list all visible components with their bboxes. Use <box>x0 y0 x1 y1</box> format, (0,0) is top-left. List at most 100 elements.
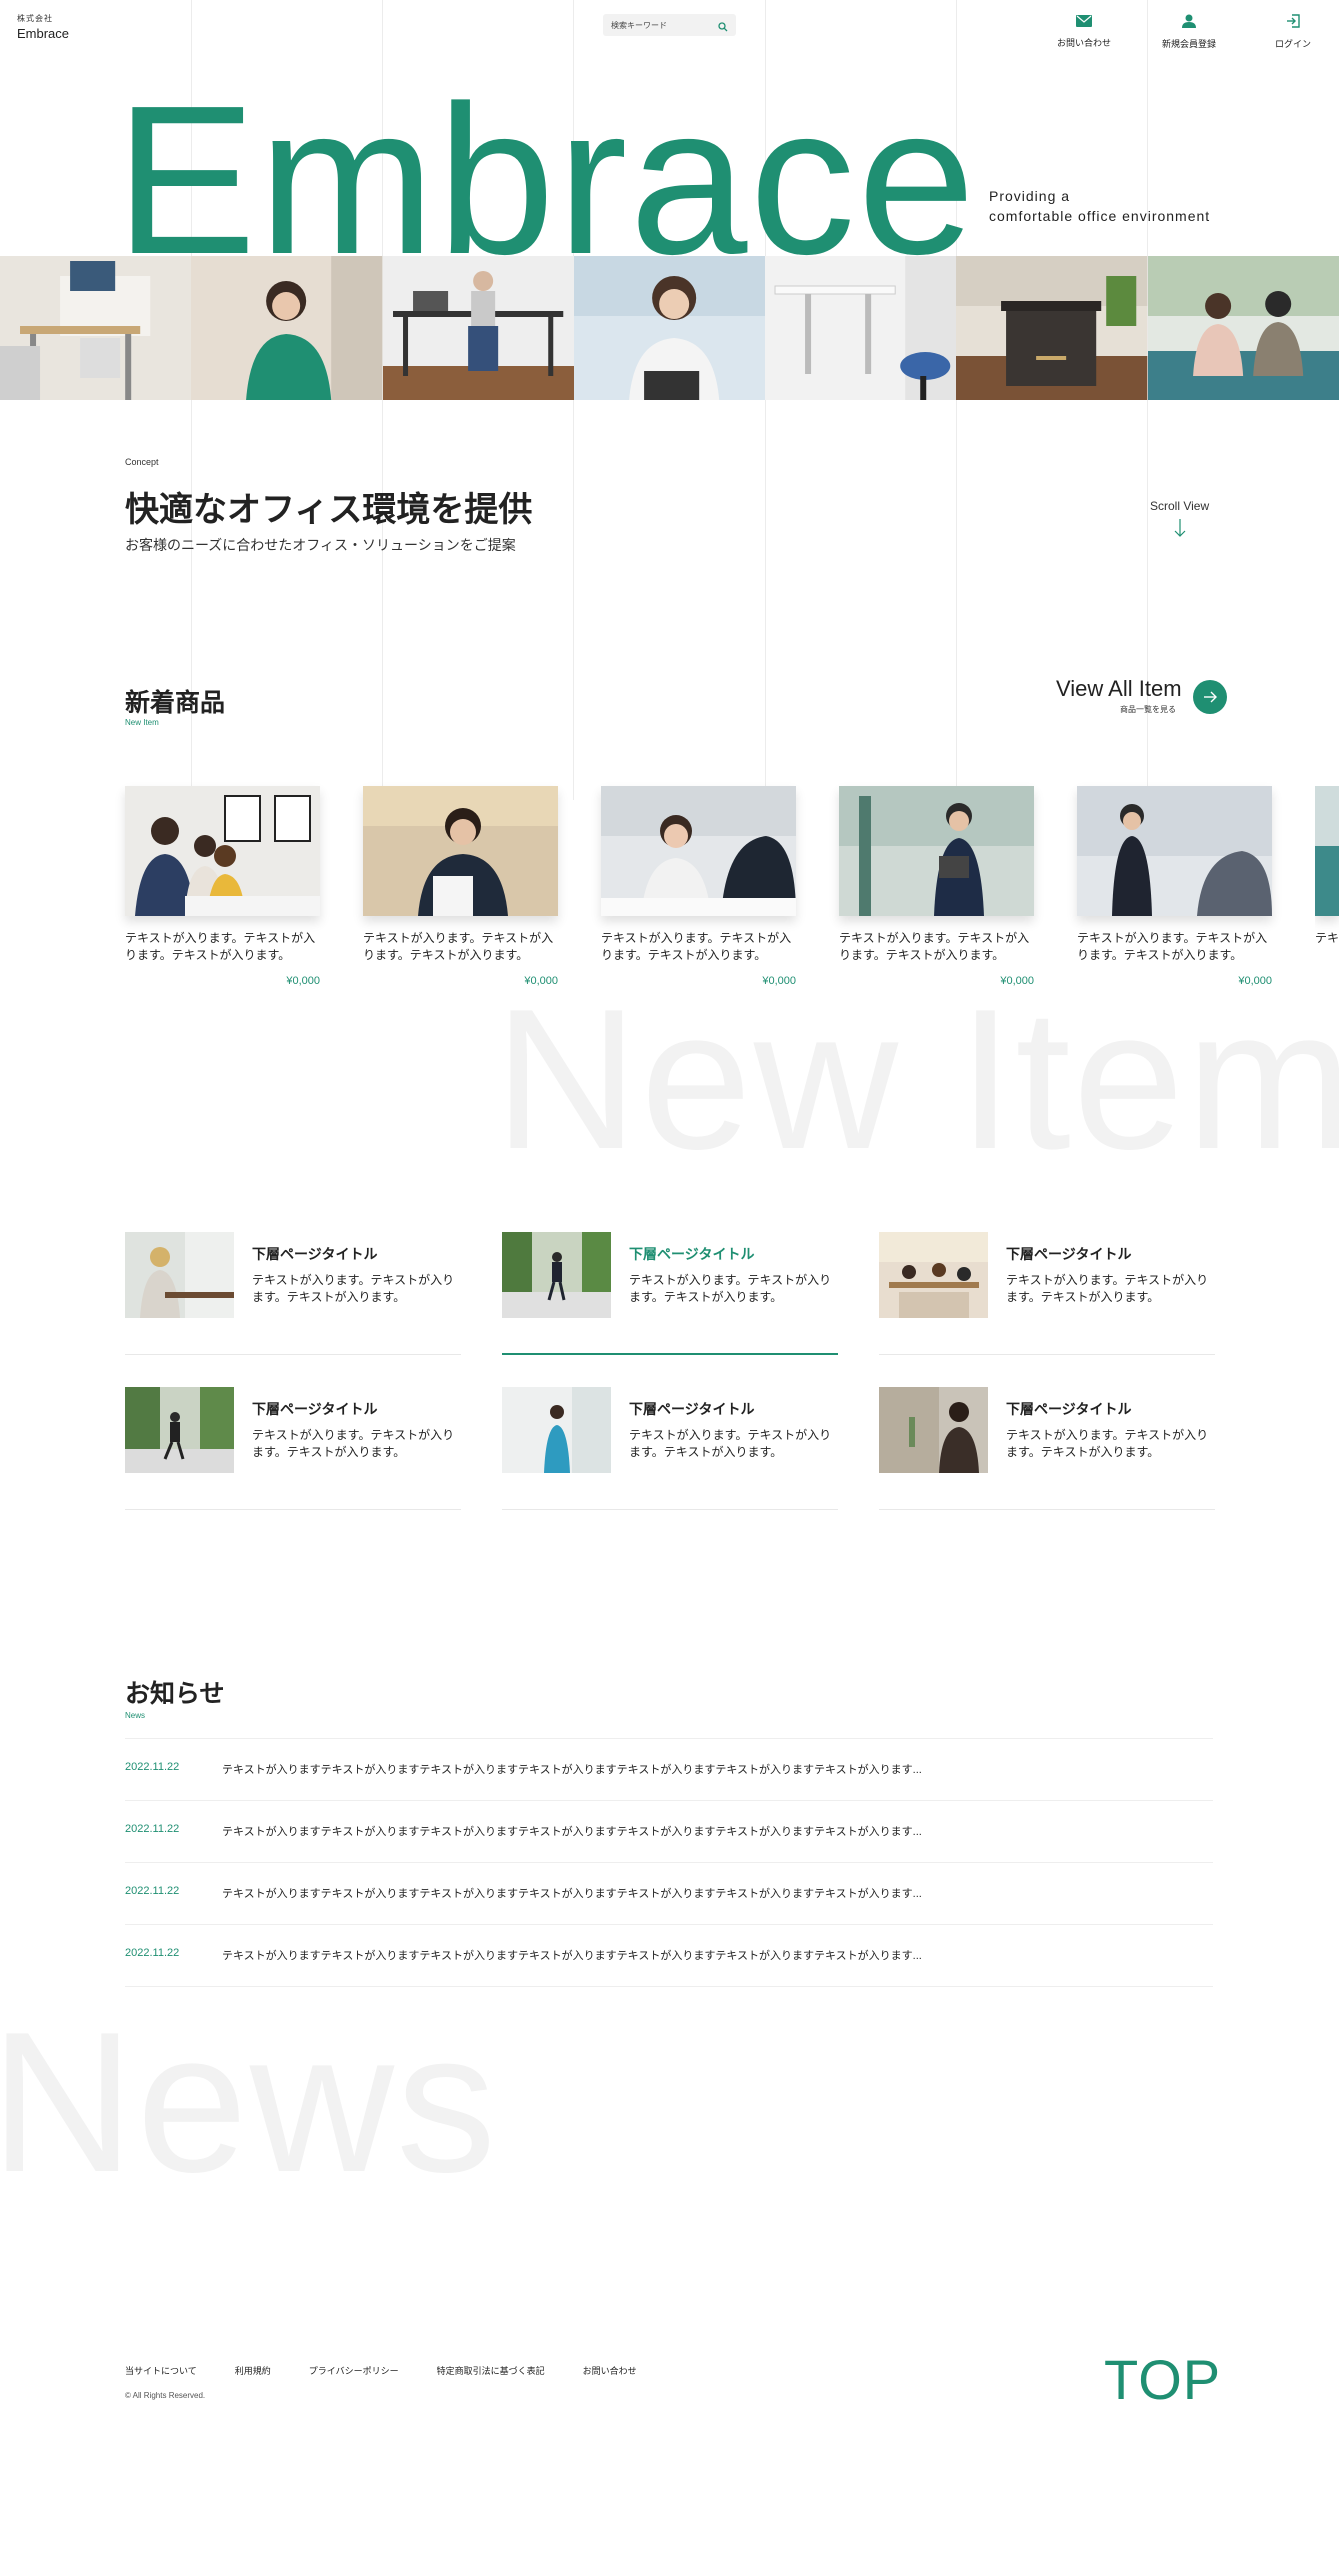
item-text: テキストが入ります。テキストが入ります。テキストが入ります。 <box>601 931 792 962</box>
sub-page-text: テキストが入ります。テキストが入ります。テキストが入ります。 <box>252 1428 455 1459</box>
item-text: テキストが入ります。テキストが入ります。テキストが入ります。 <box>125 931 316 962</box>
hero-tagline-line2: comfortable office environment <box>989 208 1211 224</box>
view-all-sublabel: 商品一覧を見る <box>1120 705 1176 714</box>
search-icon[interactable] <box>718 19 728 37</box>
concept-label: Concept <box>125 457 159 467</box>
news-row[interactable]: 2022.11.22 テキストが入りますテキストが入りますテキストが入りますテキ… <box>125 1801 1213 1863</box>
user-icon <box>1182 14 1196 32</box>
arrow-right-icon <box>1204 691 1217 703</box>
sub-page-card[interactable]: 下層ページタイトル テキストが入ります。テキストが入ります。テキストが入ります。 <box>125 1387 461 1510</box>
news-text: テキストが入りますテキストが入りますテキストが入りますテキストが入りますテキスト… <box>222 1764 922 1776</box>
item-text: テキ <box>1315 931 1339 945</box>
hero-tagline-line1: Providing a <box>989 188 1071 204</box>
sub-page-text: テキストが入ります。テキストが入ります。テキストが入ります。 <box>252 1273 455 1304</box>
item-card[interactable]: テキストが入ります。テキストが入ります。テキストが入ります。 ¥0,000 <box>125 786 320 987</box>
news-date: 2022.11.22 <box>125 1885 180 1897</box>
nav-register-label: 新規会員登録 <box>1162 39 1217 49</box>
concept-subtitle: お客様のニーズに合わせたオフィス・ソリューションをご提案 <box>125 537 516 553</box>
news-title: お知らせ <box>125 1680 225 1708</box>
news-row[interactable]: 2022.11.22 テキストが入りますテキストが入りますテキストが入りますテキ… <box>125 1739 1213 1801</box>
logo-company-type: 株式会社 <box>17 14 53 23</box>
item-image <box>363 786 558 916</box>
login-icon <box>1286 14 1300 32</box>
item-card[interactable]: テキストが入ります。テキストが入ります。テキストが入ります。 ¥0,000 <box>363 786 558 987</box>
footer-link-about[interactable]: 当サイトについて <box>125 2364 197 2377</box>
news-row[interactable]: 2022.11.22 テキストが入りますテキストが入りますテキストが入りますテキ… <box>125 1925 1213 1987</box>
arrow-down-icon <box>1150 519 1209 540</box>
nav-login[interactable]: ログイン <box>1275 14 1311 50</box>
arrow-right-button[interactable] <box>1193 680 1227 714</box>
hero-photo-woman <box>191 256 383 400</box>
news-text: テキストが入りますテキストが入りますテキストが入りますテキストが入りますテキスト… <box>222 1826 922 1838</box>
item-price: ¥0,000 <box>286 975 320 987</box>
item-price: ¥0,000 <box>1238 975 1272 987</box>
site-logo[interactable]: 株式会社 Embrace <box>17 13 69 41</box>
sub-page-card[interactable]: 下層ページタイトル テキストが入ります。テキストが入ります。テキストが入ります。 <box>502 1387 838 1510</box>
footer-link-commerce-law[interactable]: 特定商取引法に基づく表記 <box>437 2364 545 2377</box>
hero-photo-woman-coffee <box>573 256 766 400</box>
item-image <box>1077 786 1272 916</box>
sub-page-text: テキストが入ります。テキストが入ります。テキストが入ります。 <box>1006 1428 1209 1459</box>
search-box <box>603 14 736 36</box>
news-subtitle: News <box>125 1711 146 1720</box>
sub-page-card[interactable]: 下層ページタイトル テキストが入ります。テキストが入ります。テキストが入ります。 <box>879 1387 1215 1510</box>
item-card[interactable]: テキストが入ります。テキストが入ります。テキストが入ります。 ¥0,000 <box>1077 786 1272 987</box>
item-card[interactable]: テキ <box>1315 786 1339 947</box>
nav-register[interactable]: 新規会員登録 <box>1162 14 1216 50</box>
hero-photo-meeting <box>1147 256 1339 400</box>
logo-name: Embrace <box>17 26 70 41</box>
sub-page-thumb <box>125 1232 234 1318</box>
item-image <box>125 786 320 916</box>
footer-link-contact[interactable]: お問い合わせ <box>583 2364 637 2377</box>
search-input[interactable] <box>603 15 713 35</box>
scroll-view-label: Scroll View <box>1150 499 1210 513</box>
hero-photo-stool <box>956 256 1148 400</box>
new-items-subtitle: New Item <box>125 718 159 727</box>
item-image <box>839 786 1034 916</box>
footer-links: 当サイトについて 利用規約 プライバシーポリシー 特定商取引法に基づく表記 お問… <box>125 2364 675 2377</box>
news-row[interactable]: 2022.11.22 テキストが入りますテキストが入りますテキストが入りますテキ… <box>125 1863 1213 1925</box>
news-ghost-text: News <box>0 1991 499 2214</box>
item-card[interactable]: テキストが入ります。テキストが入ります。テキストが入ります。 ¥0,000 <box>601 786 796 987</box>
news-text: テキストが入りますテキストが入りますテキストが入りますテキストが入りますテキスト… <box>222 1950 922 1962</box>
news-date: 2022.11.22 <box>125 1823 180 1835</box>
sub-page-thumb <box>125 1387 234 1473</box>
sub-page-title: 下層ページタイトル <box>1006 1246 1132 1262</box>
hero-photo-desk <box>0 256 192 400</box>
sub-page-title: 下層ページタイトル <box>252 1246 378 1262</box>
hero-title: Embrace <box>115 61 978 298</box>
item-text: テキストが入ります。テキストが入ります。テキストが入ります。 <box>1077 931 1268 962</box>
news-text: テキストが入りますテキストが入りますテキストが入りますテキストが入りますテキスト… <box>222 1888 922 1900</box>
sub-page-title: 下層ページタイトル <box>1006 1401 1132 1417</box>
news-date: 2022.11.22 <box>125 1947 180 1959</box>
sub-page-thumb <box>879 1232 988 1318</box>
item-card[interactable]: テキストが入ります。テキストが入ります。テキストが入ります。 ¥0,000 <box>839 786 1034 987</box>
footer-link-privacy[interactable]: プライバシーポリシー <box>309 2364 399 2377</box>
item-price: ¥0,000 <box>1000 975 1034 987</box>
sub-page-card[interactable]: 下層ページタイトル テキストが入ります。テキストが入ります。テキストが入ります。 <box>502 1232 838 1355</box>
copyright: © All Rights Reserved. <box>125 2391 206 2400</box>
sub-page-card[interactable]: 下層ページタイトル テキストが入ります。テキストが入ります。テキストが入ります。 <box>879 1232 1215 1355</box>
new-item-ghost-text: New Item <box>494 968 1339 1191</box>
back-to-top-link[interactable]: TOP <box>1104 2347 1221 2412</box>
hero-photo-office-chair <box>382 256 574 400</box>
sub-page-thumb <box>502 1232 611 1318</box>
sub-page-thumb <box>502 1387 611 1473</box>
sub-page-title: 下層ページタイトル <box>629 1246 755 1262</box>
sub-page-card[interactable]: 下層ページタイトル テキストが入ります。テキストが入ります。テキストが入ります。 <box>125 1232 461 1355</box>
hero-photo-strip <box>0 256 1339 400</box>
news-date: 2022.11.22 <box>125 1761 180 1773</box>
mail-icon <box>1076 14 1092 31</box>
item-image <box>1315 786 1339 916</box>
sub-page-thumb <box>879 1387 988 1473</box>
item-text: テキストが入ります。テキストが入ります。テキストが入ります。 <box>363 931 554 962</box>
footer-link-terms[interactable]: 利用規約 <box>235 2364 271 2377</box>
nav-contact[interactable]: お問い合わせ <box>1057 14 1111 49</box>
hero-photo-standing-desk <box>765 256 957 400</box>
sub-page-text: テキストが入ります。テキストが入ります。テキストが入ります。 <box>629 1428 832 1459</box>
hero-tagline: Providing a comfortable office environme… <box>989 186 1210 226</box>
sub-page-text: テキストが入ります。テキストが入ります。テキストが入ります。 <box>629 1273 832 1304</box>
item-image <box>601 786 796 916</box>
scroll-view-link[interactable]: Scroll View <box>1150 499 1209 540</box>
item-price: ¥0,000 <box>524 975 558 987</box>
